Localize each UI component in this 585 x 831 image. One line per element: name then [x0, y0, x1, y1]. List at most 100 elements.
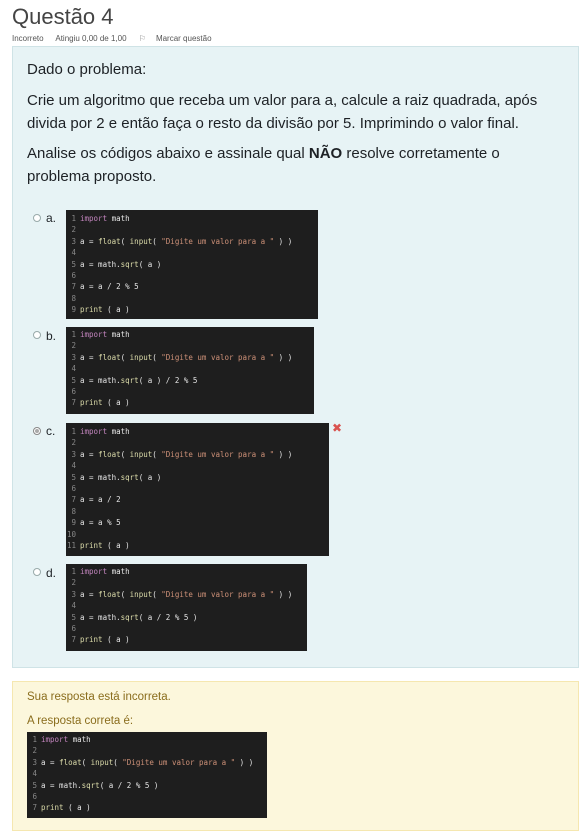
code-line: 7 print ( a ): [27, 802, 267, 813]
code-line: 9 a = a % 5: [66, 517, 329, 528]
code-line: 2: [66, 577, 307, 588]
code-line: 7 print ( a ): [66, 634, 307, 645]
line-number: 8: [71, 293, 76, 303]
code-line: 6: [66, 386, 314, 397]
code-token: ) ): [274, 352, 293, 362]
code-token: "Digite um valor para a ": [161, 352, 275, 362]
code-line: 4: [66, 247, 318, 258]
code-line: 4: [66, 460, 329, 471]
code-token: "Digite um valor para a ": [161, 589, 275, 599]
line-number: 6: [71, 270, 76, 280]
option-c-radio[interactable]: [33, 427, 41, 435]
code-token: "Digite um valor para a ": [161, 236, 275, 246]
code-line: 8: [66, 506, 329, 517]
code-line: 1 import math: [66, 213, 318, 224]
code-token: float: [98, 236, 121, 246]
option-b-letter: b.: [46, 329, 57, 343]
code-token: a =: [41, 757, 60, 767]
code-token: float: [59, 757, 82, 767]
code-token: input: [129, 352, 153, 362]
code-line: 5 a = math.sqrt( a / 2 % 5 ): [27, 780, 267, 791]
option-d-radio[interactable]: [33, 568, 41, 576]
line-number: 11: [66, 540, 76, 550]
code-line: 10: [66, 529, 329, 540]
line-number: 5: [71, 375, 76, 385]
code-line: 5 a = math.sqrt( a / 2 % 5 ): [66, 612, 307, 623]
code-line: 6: [66, 270, 318, 281]
line-number: 1: [71, 330, 76, 339]
question-info: Incorreto Atingiu 0,00 de 1,00 ⚐ Marcar q…: [12, 34, 232, 43]
code-token: import: [80, 330, 108, 339]
code-token: print: [80, 305, 103, 315]
code-line: 4: [27, 768, 267, 779]
code-token: a = math.: [80, 472, 121, 482]
line-number: 3: [71, 236, 76, 246]
option-b-code-block: 1 import math 2 3 a = float( input( "Digite …: [66, 327, 314, 414]
code-token: (: [152, 589, 162, 599]
question-title: Questão 4: [12, 4, 114, 29]
feedback-panel: Sua resposta está incorreta. A resposta …: [12, 681, 579, 831]
code-line: 11 print ( a ): [66, 540, 329, 551]
instruction-text-1: Analise os códigos abaixo e assinale qua…: [27, 145, 309, 162]
line-number: 2: [71, 438, 76, 448]
code-line: 2: [66, 340, 314, 351]
code-token: math: [107, 427, 130, 436]
flag-icon: ⚐: [138, 34, 146, 43]
code-token: a = math.: [80, 612, 121, 622]
line-number: 7: [71, 635, 76, 645]
question-panel: Dado o problema: Crie um algoritmo que r…: [12, 46, 579, 668]
line-number: 2: [71, 578, 76, 588]
code-token: input: [90, 757, 114, 767]
code-token: ( a ) / 2 % 5: [138, 375, 198, 385]
grade-label: Atingiu 0,00 de 1,00: [55, 34, 127, 43]
code-line: 4: [66, 363, 314, 374]
line-number: 2: [71, 341, 76, 351]
line-number: 4: [71, 601, 76, 611]
code-token: ( a / 2 % 5 ): [99, 780, 159, 790]
option-b-radio[interactable]: [33, 331, 41, 339]
code-line: 5 a = math.sqrt( a ): [66, 259, 318, 270]
code-line: 2: [66, 224, 318, 235]
line-number: 4: [71, 248, 76, 258]
line-number: 4: [71, 364, 76, 374]
code-line: 2: [27, 745, 267, 756]
x-mark-icon: ✖: [332, 421, 343, 435]
code-token: ( a ): [102, 305, 130, 315]
code-token: a = a / 2: [80, 495, 121, 505]
code-token: ) ): [274, 236, 293, 246]
code-token: ( a ): [138, 472, 162, 482]
code-token: "Digite um valor para a ": [122, 757, 236, 767]
line-number: 9: [71, 518, 76, 528]
code-line: 4: [66, 600, 307, 611]
code-line: 2: [66, 437, 329, 448]
code-line: 7 a = a / 2 % 5: [66, 281, 318, 292]
code-token: input: [129, 236, 153, 246]
code-token: (: [152, 352, 162, 362]
code-token: math: [107, 567, 130, 576]
code-line: 7 a = a / 2: [66, 494, 329, 505]
flag-question-link[interactable]: ⚐ Marcar questão: [139, 34, 222, 43]
code-token: (: [120, 236, 130, 246]
code-token: a = math.: [80, 375, 121, 385]
code-line: 6: [27, 791, 267, 802]
code-token: math: [107, 214, 130, 223]
line-number: 1: [32, 735, 37, 744]
code-token: ( a / 2 % 5 ): [138, 612, 198, 622]
option-c-letter: c.: [46, 424, 56, 438]
code-token: float: [98, 449, 121, 459]
line-number: 1: [71, 214, 76, 223]
code-token: a = a / 2 % 5: [80, 282, 139, 292]
line-number: 9: [71, 305, 76, 315]
code-token: float: [98, 352, 121, 362]
code-line: 1 import math: [66, 426, 329, 437]
line-number: 5: [32, 780, 37, 790]
option-a-radio[interactable]: [33, 214, 41, 222]
code-token: sqrt: [120, 375, 139, 385]
code-line: 3a = float( input( "Digite um valor para…: [66, 589, 307, 600]
code-line: 3a = float( input( "Digite um valor para…: [66, 236, 318, 247]
line-number: 2: [71, 225, 76, 235]
code-line: 9 print ( a ): [66, 304, 318, 315]
code-line: 1 import math: [66, 329, 314, 340]
code-token: input: [129, 589, 153, 599]
code-token: (: [152, 449, 162, 459]
